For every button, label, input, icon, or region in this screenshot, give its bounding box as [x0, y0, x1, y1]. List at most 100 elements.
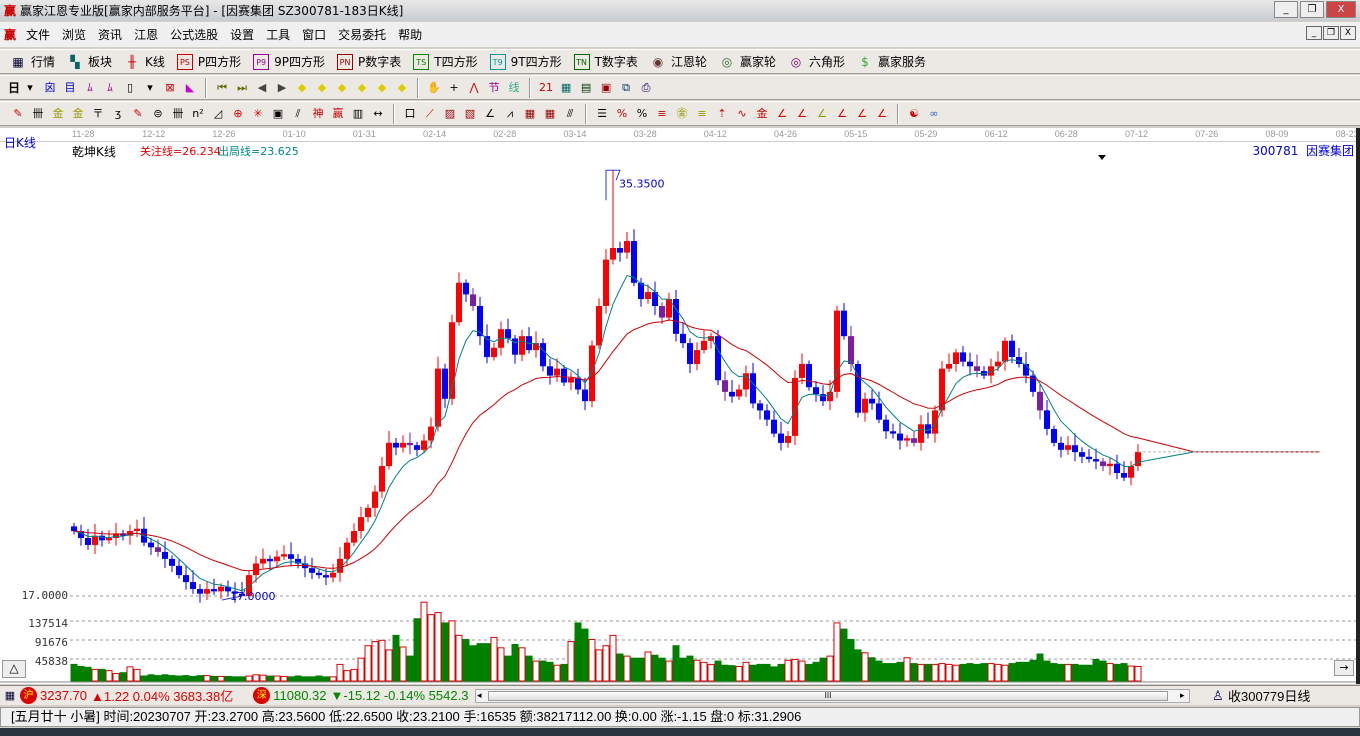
- pct-angle-icon[interactable]: %: [614, 106, 630, 122]
- menu-item[interactable]: 窗口: [296, 26, 332, 43]
- bars9-icon[interactable]: ﾑ: [102, 80, 118, 96]
- menu-item[interactable]: 设置: [224, 26, 260, 43]
- gann-square-icon[interactable]: ▧: [462, 106, 478, 122]
- toolbar-button[interactable]: PN P数字表: [335, 53, 401, 70]
- ruler-icon[interactable]: ▥: [350, 106, 366, 122]
- toolbar-button[interactable]: ◎ 赢家轮: [717, 53, 776, 70]
- circle-icon[interactable]: ⊜: [150, 106, 166, 122]
- parallel-icon[interactable]: 卌: [170, 106, 186, 122]
- flag-icon[interactable]: ◣: [182, 80, 198, 96]
- triangle-icon[interactable]: ◿: [210, 106, 226, 122]
- square-icon[interactable]: ▣: [270, 106, 286, 122]
- menu-item[interactable]: 文件: [20, 26, 56, 43]
- period-select[interactable]: 日: [8, 79, 20, 96]
- ying-icon[interactable]: 赢: [330, 106, 346, 122]
- toolbar-button[interactable]: ╫ K线: [122, 53, 165, 70]
- mdi-close-button[interactable]: X: [1340, 26, 1356, 40]
- gold-lines3-icon[interactable]: ≡: [694, 106, 710, 122]
- fan5-icon[interactable]: ∠: [834, 106, 850, 122]
- target-icon[interactable]: ⊕: [230, 106, 246, 122]
- restore-button[interactable]: ❐: [1300, 1, 1324, 18]
- prev-icon[interactable]: ◀: [254, 80, 270, 96]
- zigzag-icon[interactable]: ⩘: [502, 106, 518, 122]
- scroll-right-button[interactable]: ▸: [1180, 690, 1185, 701]
- gann-box-icon[interactable]: ▨: [442, 106, 458, 122]
- table-icon[interactable]: ▦: [2, 688, 18, 704]
- range-icon[interactable]: ↔: [370, 106, 386, 122]
- diamond-right-icon[interactable]: ◆: [314, 80, 330, 96]
- gold-lines-icon[interactable]: 金: [50, 106, 66, 122]
- slash-icon[interactable]: ⫻: [562, 106, 578, 122]
- horizontal-scrollbar[interactable]: ◂ III: [475, 689, 1190, 703]
- toolbar-button[interactable]: TN T数字表: [572, 53, 638, 70]
- pen2-icon[interactable]: ✎: [130, 106, 146, 122]
- kline-chart[interactable]: 11-28 12-12 12-26 01-10 01-31 02-14 02-28 03-14…: [0, 128, 1360, 684]
- shen-icon[interactable]: 神: [310, 106, 326, 122]
- fan6-icon[interactable]: ∠: [854, 106, 870, 122]
- save-icon[interactable]: ▣: [598, 80, 614, 96]
- infinity-icon[interactable]: ∞: [926, 106, 942, 122]
- section-icon[interactable]: 节: [486, 80, 502, 96]
- diamond-ud-icon[interactable]: ◆: [394, 80, 410, 96]
- diamond-x-icon[interactable]: ◆: [354, 80, 370, 96]
- bars3-icon[interactable]: ﾑ: [82, 80, 98, 96]
- fan-lines-icon[interactable]: ⟋: [422, 106, 438, 122]
- menu-item[interactable]: 江恩: [128, 26, 164, 43]
- menu-item[interactable]: 交易委托: [332, 26, 392, 43]
- expand-button[interactable]: →: [1334, 660, 1354, 676]
- dropdown-icon[interactable]: ▾: [22, 80, 38, 96]
- toolbar-button[interactable]: ◎ 六角形: [786, 53, 845, 70]
- minimize-button[interactable]: _: [1274, 1, 1298, 18]
- diamond-star-icon[interactable]: ◆: [374, 80, 390, 96]
- candle-type-icon[interactable]: ▯: [122, 80, 138, 96]
- pct-lines-icon[interactable]: ≡: [654, 106, 670, 122]
- toolbar-button[interactable]: ▚ 板块: [65, 53, 112, 70]
- yinyang-icon[interactable]: ☯: [906, 106, 922, 122]
- network-icon[interactable]: ⧉: [618, 80, 634, 96]
- fan2-icon[interactable]: ∠: [774, 106, 790, 122]
- scroll-left-button[interactable]: ◂: [477, 690, 482, 701]
- toolbar-button[interactable]: P9 9P四方形: [251, 53, 325, 70]
- grid-icon[interactable]: ▦: [522, 106, 538, 122]
- menu-item[interactable]: 工具: [260, 26, 296, 43]
- toolbar-button[interactable]: $ 赢家服务: [855, 53, 926, 70]
- hand-icon[interactable]: ✋: [426, 80, 442, 96]
- next-icon[interactable]: ▶: [274, 80, 290, 96]
- angle2-icon[interactable]: ∠: [482, 106, 498, 122]
- gold-lines2-icon[interactable]: 金: [70, 106, 86, 122]
- notes-icon[interactable]: ▤: [578, 80, 594, 96]
- menu-item[interactable]: 帮助: [392, 26, 428, 43]
- chart-style-icon[interactable]: 囟: [42, 80, 58, 96]
- printer-icon[interactable]: ⎙: [638, 80, 654, 96]
- menu-item[interactable]: 浏览: [56, 26, 92, 43]
- spiral-icon[interactable]: ʒ: [110, 106, 126, 122]
- last-icon[interactable]: ⏭: [234, 80, 250, 96]
- menu-item[interactable]: 公式选股: [164, 26, 224, 43]
- cross-icon[interactable]: +: [446, 80, 462, 96]
- toolbar-button[interactable]: ▦ 行情: [8, 53, 55, 70]
- draw-line-icon[interactable]: ⋀: [466, 80, 482, 96]
- collapse-button[interactable]: △: [2, 660, 26, 678]
- first-icon[interactable]: ⏮: [214, 80, 230, 96]
- fan-icon[interactable]: 〒: [90, 106, 106, 122]
- diamond-both-icon[interactable]: ◆: [334, 80, 350, 96]
- list-icon[interactable]: ☰: [594, 106, 610, 122]
- arrow-up-icon[interactable]: ⇡: [714, 106, 730, 122]
- close-button[interactable]: X: [1326, 1, 1356, 18]
- doc-icon[interactable]: 目: [62, 80, 78, 96]
- n2-icon[interactable]: n²: [190, 106, 206, 122]
- pen-icon[interactable]: ✎: [10, 106, 26, 122]
- wave2-icon[interactable]: ∿: [734, 106, 750, 122]
- mdi-restore-button[interactable]: ❐: [1323, 26, 1339, 40]
- calendar-icon[interactable]: 21: [538, 80, 554, 96]
- toolbar-button[interactable]: TS T四方形: [411, 53, 478, 70]
- wave-icon[interactable]: 线: [506, 80, 522, 96]
- gold-circle-icon[interactable]: ㊎: [674, 106, 690, 122]
- menu-item[interactable]: 资讯: [92, 26, 128, 43]
- toolbar-button[interactable]: T9 9T四方形: [488, 53, 562, 70]
- gold-bar-icon[interactable]: 金: [754, 106, 770, 122]
- dropdown-icon[interactable]: ▾: [142, 80, 158, 96]
- mdi-minimize-button[interactable]: _: [1306, 26, 1322, 40]
- toolbar-button[interactable]: ◉ 江恩轮: [648, 53, 707, 70]
- percent-icon[interactable]: %: [634, 106, 650, 122]
